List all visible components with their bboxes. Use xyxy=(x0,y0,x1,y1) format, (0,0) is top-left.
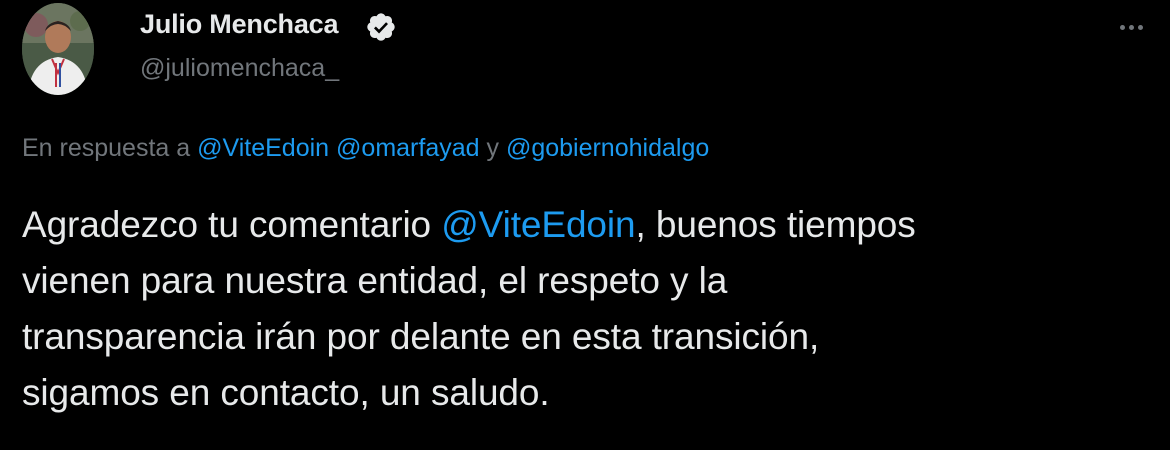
avatar-photo xyxy=(22,3,94,95)
display-name[interactable]: Julio Menchaca xyxy=(140,9,338,40)
mention-link[interactable]: @ViteEdoin xyxy=(441,204,635,245)
separator xyxy=(329,134,336,162)
tweet: Julio Menchaca @juliomenchaca_ En respue… xyxy=(0,0,1170,450)
reply-prefix: En respuesta a xyxy=(22,134,198,162)
mention-link[interactable]: @omarfayad xyxy=(336,134,480,162)
more-dot xyxy=(1119,24,1125,30)
more-dot xyxy=(1137,24,1143,30)
more-dot xyxy=(1128,24,1134,30)
avatar[interactable] xyxy=(22,3,94,95)
conjunction: y xyxy=(479,134,506,162)
reply-context: En respuesta a @ViteEdoin @omarfayad y @… xyxy=(22,134,709,163)
mention-link[interactable]: @ViteEdoin xyxy=(197,134,329,162)
tweet-text-segment: , buenos tiempos xyxy=(635,204,916,245)
tweet-text: Agradezco tu comentario @ViteEdoin, buen… xyxy=(22,197,1152,421)
tweet-line: vienen para nuestra entidad, el respeto … xyxy=(22,260,728,301)
tweet-text-segment: Agradezco tu comentario xyxy=(22,204,442,245)
tweet-line: Agradezco tu comentario @ViteEdoin, buen… xyxy=(22,197,1152,253)
mention-link[interactable]: @gobiernohidalgo xyxy=(506,134,709,162)
verified-badge-icon xyxy=(367,13,395,41)
more-options-icon[interactable] xyxy=(1108,9,1154,45)
tweet-line: transparencia irán por delante en esta t… xyxy=(22,316,820,357)
handle[interactable]: @juliomenchaca_ xyxy=(140,54,339,83)
tweet-line: sigamos en contacto, un saludo. xyxy=(22,372,550,413)
